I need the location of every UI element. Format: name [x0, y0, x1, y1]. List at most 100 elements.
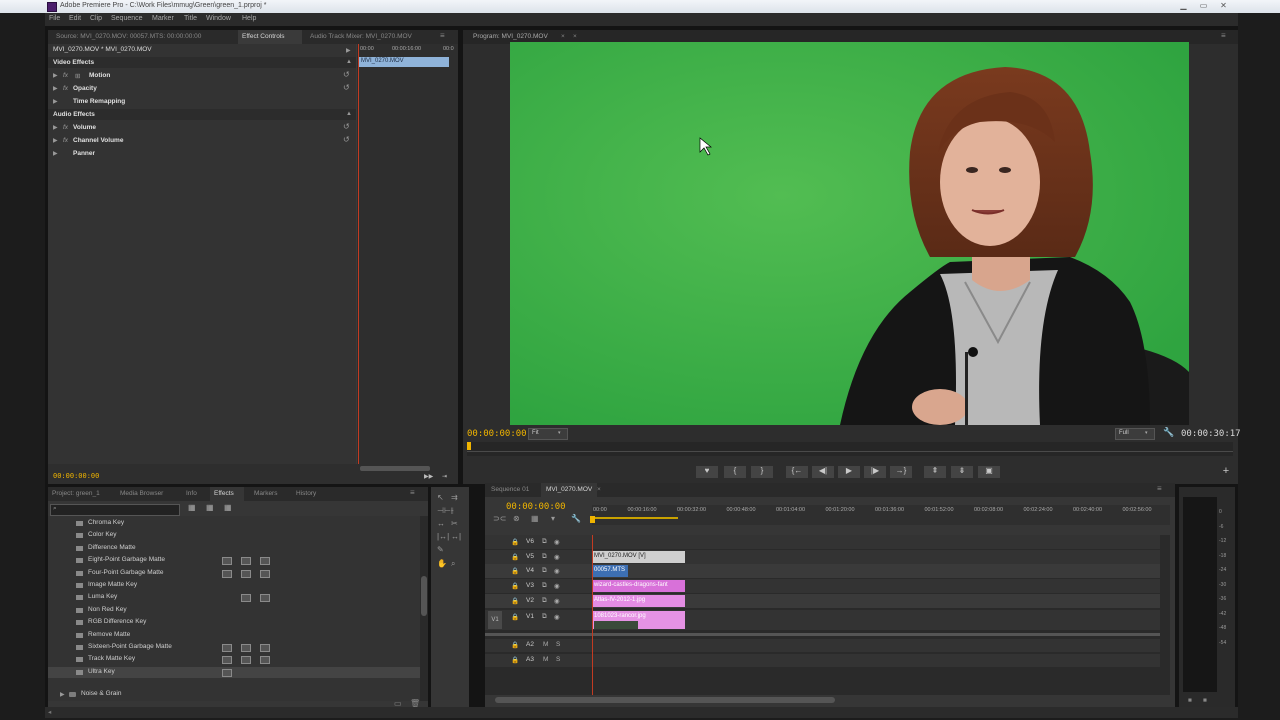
panel-menu-icon[interactable]: ≡	[410, 488, 415, 497]
effects-search-input[interactable]: ⌕	[50, 504, 180, 516]
step-forward-button[interactable]: |▶	[864, 466, 886, 478]
eye-icon[interactable]: ◉	[554, 582, 560, 590]
zoom-tool-icon[interactable]: ⌕	[451, 559, 455, 569]
expand-opacity-icon[interactable]: ▶	[53, 85, 58, 92]
toggle-sync-lock-icon[interactable]: ⧉	[542, 597, 547, 605]
tab-history[interactable]: History	[296, 490, 316, 497]
track-select-tool-icon[interactable]: ⇉	[451, 493, 458, 502]
tab-source[interactable]: Source: MVI_0270.MOV: 00057.MTS: 00:00:0…	[56, 33, 201, 40]
eye-icon[interactable]: ◉	[554, 613, 560, 621]
razor-tool-icon[interactable]: ✂	[451, 519, 458, 528]
expand-motion-icon[interactable]: ▶	[53, 72, 58, 79]
video-audio-divider[interactable]	[485, 633, 1160, 636]
play-icon[interactable]: ▶▶	[424, 473, 433, 480]
maximize-button[interactable]: ▭	[1196, 2, 1211, 11]
menu-window[interactable]: Window	[206, 15, 231, 22]
timeline-clip-v2[interactable]: Atlas-IV-2012-1.jpg	[592, 595, 685, 607]
collapse-icon[interactable]: ▲	[346, 111, 352, 117]
video-track-v6[interactable]: 🔒 V6 ⧉ ◉	[485, 535, 1160, 549]
lift-button[interactable]: ⇞	[924, 466, 946, 478]
slide-tool-icon[interactable]: ↔|	[451, 532, 461, 541]
playhead-line[interactable]	[592, 535, 593, 695]
solo-track-button[interactable]: S	[556, 656, 560, 663]
lock-icon[interactable]: 🔒	[511, 613, 519, 621]
effect-opacity[interactable]: Opacity	[73, 85, 97, 92]
playhead-marker[interactable]	[590, 516, 595, 523]
tab-program[interactable]: Program: MVI_0270.MOV	[473, 33, 548, 40]
playhead-line[interactable]	[358, 44, 359, 464]
add-marker-button[interactable]: ♥	[696, 466, 718, 478]
menu-clip[interactable]: Clip	[90, 15, 102, 22]
effect-list-item[interactable]: Ultra Key	[48, 666, 420, 678]
video-track-v2[interactable]: 🔒 V2 ⧉ ◉ Atlas-IV-2012-1.jpg	[485, 594, 1160, 608]
effect-volume[interactable]: Volume	[73, 124, 96, 131]
minimize-button[interactable]: ▁	[1176, 2, 1191, 11]
toggle-sync-lock-icon[interactable]: ⧉	[542, 567, 547, 575]
selection-tool-icon[interactable]: ↖	[437, 493, 444, 502]
effect-list-item[interactable]: Image Matte Key	[48, 580, 420, 591]
reset-icon[interactable]: ↺	[343, 70, 350, 79]
export-frame-button[interactable]: ▣	[978, 466, 1000, 478]
video-track-v4[interactable]: 🔒 V4 ⧉ ◉ 00057.MTS	[485, 564, 1160, 578]
tab-close-icon[interactable]: ×	[561, 33, 565, 40]
expand-channel-volume-icon[interactable]: ▶	[53, 137, 58, 144]
toggle-sync-lock-icon[interactable]: ⧉	[542, 553, 547, 561]
timeline-settings-wrench-icon[interactable]: 🔧	[571, 514, 581, 523]
motion-icon[interactable]: ⊞	[75, 72, 80, 80]
tab-sequence-01[interactable]: Sequence 01	[491, 486, 529, 493]
timeline-timecode[interactable]: 00:00:00:00	[506, 502, 566, 512]
expand-folder-icon[interactable]: ▶	[60, 691, 65, 698]
timeline-clip-v5[interactable]: MVI_0270.MOV [V]	[592, 551, 685, 563]
playhead-marker[interactable]	[467, 442, 471, 450]
effect-list-item[interactable]: Difference Matte	[48, 543, 420, 554]
program-current-timecode[interactable]: 00:00:00:00	[467, 429, 527, 439]
menu-sequence[interactable]: Sequence	[111, 15, 143, 22]
play-only-audio-icon[interactable]: ▶	[346, 47, 351, 54]
panel-menu-icon[interactable]: ≡	[1157, 484, 1162, 493]
timeline-clip-v3[interactable]: wizard-castles-dragons-fant	[592, 580, 685, 592]
eye-icon[interactable]: ◉	[554, 567, 560, 575]
effect-panner[interactable]: Panner	[73, 150, 95, 157]
effect-list-item[interactable]: Eight-Point Garbage Matte	[48, 555, 420, 566]
go-to-in-button[interactable]: {←	[786, 466, 808, 478]
tab-media-browser[interactable]: Media Browser	[120, 490, 163, 497]
video-frame[interactable]	[510, 42, 1189, 425]
timeline-clip-v4[interactable]: 00057.MTS	[592, 565, 628, 577]
effect-list-item[interactable]: Remove Matte	[48, 630, 420, 641]
reset-icon[interactable]: ↺	[343, 122, 350, 131]
yuv-effects-icon[interactable]: ▦	[224, 503, 232, 512]
mark-in-button[interactable]: {	[724, 466, 746, 478]
solo-right-button[interactable]: ■	[1203, 697, 1207, 704]
lock-icon[interactable]: 🔒	[511, 641, 519, 649]
lock-icon[interactable]: 🔒	[511, 597, 519, 605]
effect-list-item[interactable]: Color Key	[48, 530, 420, 541]
extract-button[interactable]: ⇟	[951, 466, 973, 478]
fx-icon[interactable]: fx	[63, 72, 68, 79]
video-track-v3[interactable]: 🔒 V3 ⧉ ◉ wizard-castles-dragons-fant	[485, 579, 1160, 593]
mini-clip-bar[interactable]: MVI_0270.MOV	[359, 57, 449, 67]
step-back-button[interactable]: ◀|	[812, 466, 834, 478]
reset-icon[interactable]: ↺	[343, 135, 350, 144]
accelerated-effects-icon[interactable]: ▦	[188, 503, 196, 512]
effect-motion[interactable]: Motion	[89, 72, 110, 79]
audio-track-a2[interactable]: 🔒 A2 M S	[485, 639, 1160, 652]
rate-stretch-tool-icon[interactable]: ↔	[437, 519, 445, 528]
eye-icon[interactable]: ◉	[554, 553, 560, 561]
tab-info[interactable]: Info	[186, 490, 197, 497]
tab-effects[interactable]: Effects	[214, 490, 234, 497]
eye-icon[interactable]: ◉	[554, 538, 560, 546]
effect-list-item[interactable]: RGB Difference Key	[48, 617, 420, 628]
timeline-clip-v1[interactable]: 1081023-rancor.jpg	[592, 611, 685, 629]
toggle-sync-lock-icon[interactable]: ⧉	[542, 613, 547, 621]
collapse-icon[interactable]: ▲	[346, 59, 352, 65]
tab-effect-controls[interactable]: Effect Controls	[242, 33, 285, 40]
ripple-edit-tool-icon[interactable]: ⊣⊢	[437, 506, 451, 515]
lock-icon[interactable]: 🔒	[511, 656, 519, 664]
mute-track-button[interactable]: M	[543, 641, 548, 648]
fx-icon[interactable]: fx	[63, 137, 68, 144]
panel-menu-icon[interactable]: ≡	[440, 31, 445, 40]
lock-icon[interactable]: 🔒	[511, 553, 519, 561]
lock-icon[interactable]: 🔒	[511, 538, 519, 546]
effect-time-remapping[interactable]: Time Remapping	[73, 98, 125, 105]
source-patch-v1[interactable]: V1	[488, 611, 502, 629]
